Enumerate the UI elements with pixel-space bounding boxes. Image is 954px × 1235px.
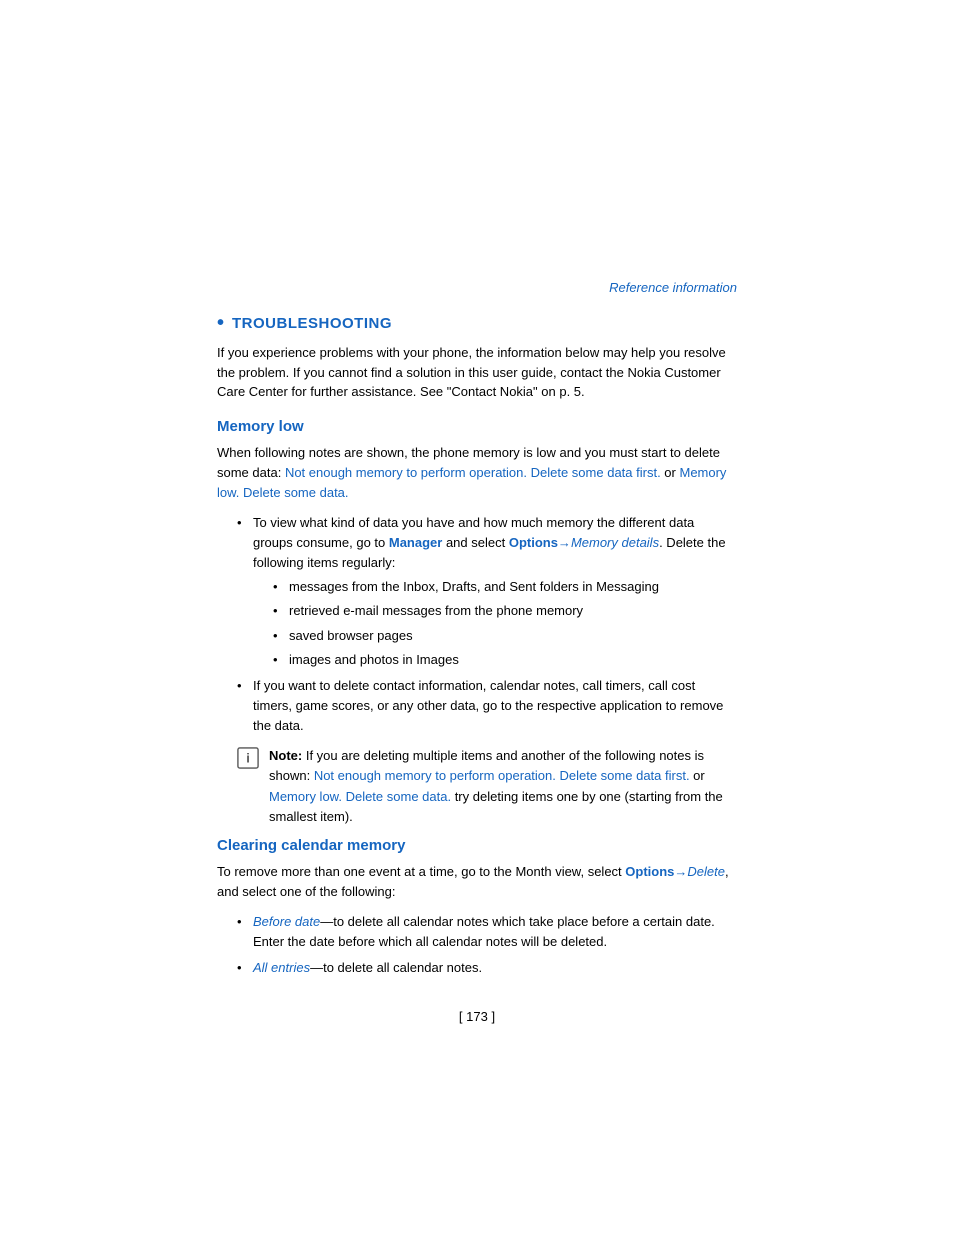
- sub-bullet-1-text: messages from the Inbox, Drafts, and Sen…: [289, 579, 659, 594]
- note-box: i Note: If you are deleting multiple ite…: [237, 746, 737, 827]
- clearing-calendar-bullets: Before date—to delete all calendar notes…: [237, 912, 737, 978]
- sub-bullet-2: retrieved e-mail messages from the phone…: [273, 601, 737, 621]
- page-number: [ 173 ]: [217, 1009, 737, 1024]
- manager-link[interactable]: Manager: [389, 535, 442, 550]
- note-icon: i: [237, 747, 259, 769]
- clearing-bullet2: All entries—to delete all calendar notes…: [237, 958, 737, 978]
- note-bold: Note:: [269, 748, 302, 763]
- content-area: Reference information • TROUBLESHOOTING …: [97, 0, 857, 1084]
- all-entries-link[interactable]: All entries: [253, 960, 310, 975]
- clearing-calendar-title: Clearing calendar memory: [217, 837, 737, 854]
- bullet1-text-mid: and select: [442, 535, 509, 550]
- troubleshooting-title: TROUBLESHOOTING: [232, 315, 392, 332]
- clearing-calendar-section: Clearing calendar memory To remove more …: [217, 837, 737, 979]
- memory-low-description: When following notes are shown, the phon…: [217, 443, 737, 503]
- page: Reference information • TROUBLESHOOTING …: [0, 0, 954, 1235]
- memory-link1[interactable]: Not enough memory to perform operation. …: [285, 465, 661, 480]
- sub-bullet-4: images and photos in Images: [273, 650, 737, 670]
- clearing-bullet1: Before date—to delete all calendar notes…: [237, 912, 737, 952]
- before-date-text: —to delete all calendar notes which take…: [253, 914, 715, 949]
- section-bullet: •: [217, 313, 224, 333]
- clearing-delete-link[interactable]: Delete: [687, 864, 725, 879]
- clearing-options-link[interactable]: Options→: [625, 864, 687, 879]
- sub-bullet-3: saved browser pages: [273, 626, 737, 646]
- svg-text:i: i: [246, 751, 250, 766]
- memory-low-bullet2: If you want to delete contact informatio…: [237, 676, 737, 736]
- sub-bullet-4-text: images and photos in Images: [289, 652, 459, 667]
- note-link2[interactable]: Memory low. Delete some data.: [269, 789, 451, 804]
- memory-low-title: Memory low: [217, 418, 737, 435]
- reference-info: Reference information: [217, 280, 737, 295]
- memory-low-bullets: To view what kind of data you have and h…: [237, 513, 737, 736]
- memory-low-bullet1: To view what kind of data you have and h…: [237, 513, 737, 670]
- sub-bullet-3-text: saved browser pages: [289, 628, 413, 643]
- note-text: Note: If you are deleting multiple items…: [269, 746, 737, 827]
- clearing-desc-start: To remove more than one event at a time,…: [217, 864, 625, 879]
- all-entries-text: —to delete all calendar notes.: [310, 960, 482, 975]
- before-date-link[interactable]: Before date: [253, 914, 320, 929]
- troubleshooting-heading: • TROUBLESHOOTING: [217, 313, 737, 333]
- clearing-calendar-description: To remove more than one event at a time,…: [217, 862, 737, 902]
- memory-details-link[interactable]: Memory details: [571, 535, 659, 550]
- options-link[interactable]: Options→: [509, 535, 571, 550]
- memory-link1-sep: or: [661, 465, 680, 480]
- reference-label: Reference information: [609, 280, 737, 295]
- sub-bullet-2-text: retrieved e-mail messages from the phone…: [289, 603, 583, 618]
- note-text-mid: or: [690, 768, 705, 783]
- memory-low-section: Memory low When following notes are show…: [217, 418, 737, 827]
- sub-bullet-list: messages from the Inbox, Drafts, and Sen…: [273, 577, 737, 670]
- note-link1[interactable]: Not enough memory to perform operation. …: [314, 768, 690, 783]
- troubleshooting-intro: If you experience problems with your pho…: [217, 343, 737, 402]
- sub-bullet-1: messages from the Inbox, Drafts, and Sen…: [273, 577, 737, 597]
